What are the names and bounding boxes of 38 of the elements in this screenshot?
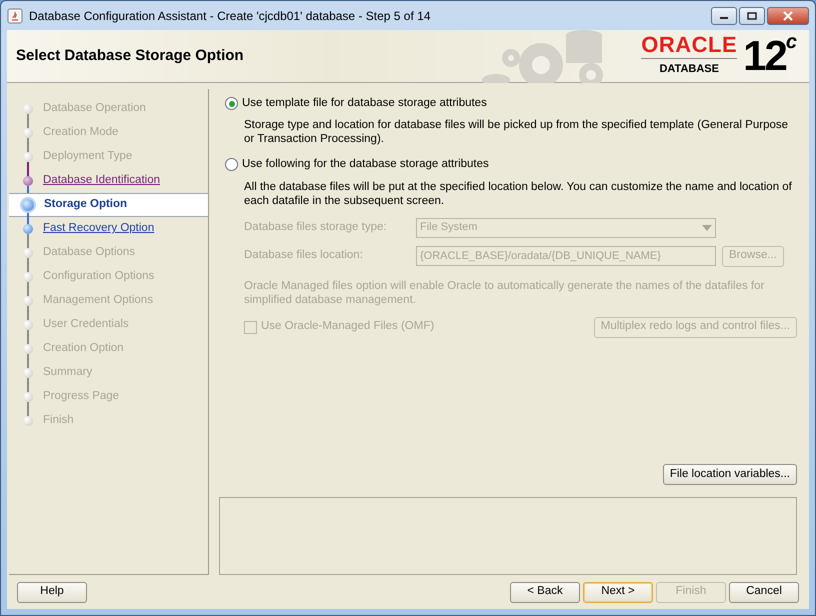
dropdown-arrow-icon — [702, 224, 712, 230]
field-label: Database files storage type: — [244, 220, 388, 235]
step-label: Creation Option — [43, 341, 124, 356]
option-description: Storage type and location for database files will be picked up from the specified template (General Purpose or Transaction Processing). — [243, 118, 790, 146]
file-location-variables-button[interactable]: File location variables... — [662, 464, 797, 485]
option-description: All the database files will be put at the specified location below. You can customize the name and location of each datafile in the subsequent screen. — [243, 180, 793, 208]
java-icon — [7, 8, 23, 24]
step-label: Configuration Options — [43, 269, 154, 284]
step-label: Progress Page — [43, 389, 120, 404]
dialog-button[interactable]: Cancel — [729, 582, 799, 602]
window-title: Database Configuration Assistant - Create 'cjcdb01' database - Step 5 of 14 — [29, 8, 430, 24]
step-label: Storage Option — [44, 197, 128, 212]
step-label: Database Operation — [43, 101, 146, 116]
step-label: Summary — [43, 365, 92, 380]
step-label: Finish — [43, 413, 74, 428]
radio-option[interactable]: Use following for the database storage attributes — [219, 156, 797, 174]
step-label: Database Options — [43, 245, 136, 260]
step-label[interactable]: Fast Recovery Option — [43, 220, 154, 238]
page-title: Select Database Storage Option — [16, 46, 244, 66]
logo-product: DATABASE — [641, 58, 738, 78]
omf-note: Oracle Managed files option will enable Oracle to automatically generate the names of the datafiles for simplified database management. — [243, 278, 766, 306]
close-button[interactable] — [767, 7, 809, 25]
dialog-button[interactable]: Help — [17, 582, 87, 602]
field-label: Database files location: — [244, 248, 364, 264]
dialog-button[interactable]: < Back — [510, 582, 580, 602]
logo-version: 12$^{c}$ — [743, 35, 795, 77]
step-label: Deployment Type — [43, 149, 132, 164]
step-label: User Credentials — [43, 317, 129, 332]
step-label: Management Options — [43, 293, 153, 308]
radio-option[interactable]: Use template file for database storage attributes — [219, 95, 797, 112]
step-label: Creation Mode — [43, 125, 118, 140]
step-label[interactable]: Database Identification — [43, 172, 160, 190]
minimize-button[interactable] — [711, 7, 737, 25]
dialog-button[interactable]: Next > — [583, 582, 653, 602]
maximize-icon — [747, 12, 757, 20]
logo-brand: ORACLE — [641, 34, 738, 56]
maximize-button[interactable] — [739, 7, 765, 25]
close-icon — [782, 11, 794, 21]
